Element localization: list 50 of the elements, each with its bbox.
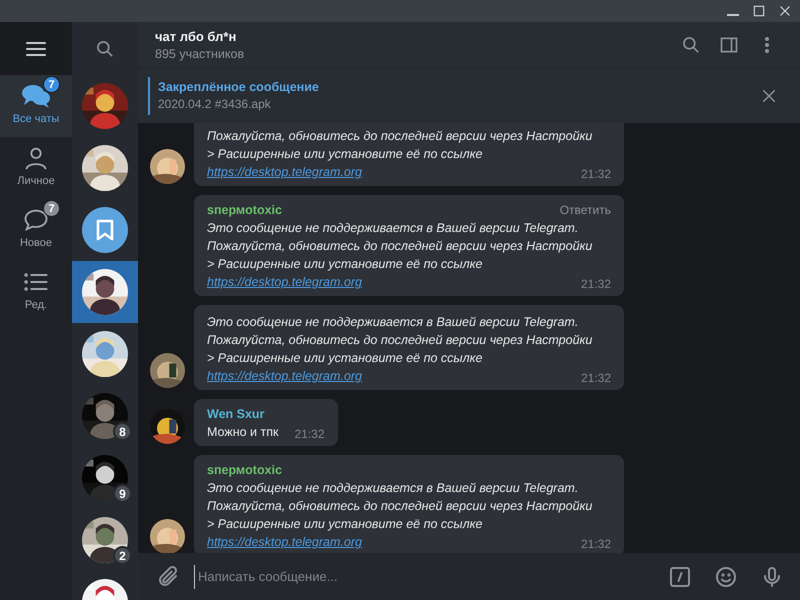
folder-tab[interactable]: 7 Новое [0, 199, 72, 261]
sidebar-icon [719, 34, 739, 54]
message-time: 21:32 [580, 371, 611, 385]
message-link[interactable]: https://desktop.telegram.org [207, 533, 362, 551]
sender-name[interactable]: sпермotoxic [207, 463, 282, 477]
chat-item[interactable]: 9 [72, 447, 138, 509]
menu-button[interactable] [0, 22, 72, 75]
message-input[interactable]: Написать сообщение... [194, 564, 654, 588]
unread-badge: 7 [43, 200, 60, 217]
sender-name[interactable]: Wen Sxur [207, 407, 264, 421]
paperclip-icon [156, 564, 180, 588]
message-text: Пожалуйста, обновитесь до последней версии через Настройки > Расширенные или установите её по ссылке [207, 128, 594, 163]
folder-tab[interactable]: Ред. [0, 261, 72, 323]
unread-badge: 7 [43, 76, 60, 93]
message-time: 21:32 [580, 277, 611, 291]
pinned-title[interactable]: Закреплённое сообщение [158, 80, 750, 94]
maximize-icon [752, 4, 766, 18]
message-text: Можно и тпк [207, 424, 278, 441]
chat-title: чат лбо бл*н [155, 28, 238, 44]
search-icon [95, 38, 115, 58]
minimize-icon [727, 14, 739, 16]
message-link[interactable]: https://desktop.telegram.org [207, 163, 362, 181]
message-link[interactable]: https://desktop.telegram.org [207, 273, 362, 291]
emoji-icon [714, 564, 738, 588]
unread-badge: 2 [113, 546, 132, 565]
message-time: 21:32 [580, 167, 611, 181]
unread-badge: 8 [113, 422, 132, 441]
bookmark-icon [95, 219, 115, 241]
folder-tab[interactable]: Личное [0, 137, 72, 199]
message-text: Это сообщение не поддерживается в Вашей версии Telegram. Пожалуйста, обновитесь до последней версии через Настройки > Расширенные или установите её по ссылке [207, 480, 594, 533]
chat-item[interactable]: 8 [72, 385, 138, 447]
sender-name[interactable]: sпермotoxic [207, 203, 282, 217]
commands-icon [668, 564, 692, 588]
close-icon [778, 4, 792, 18]
unread-badge: 9 [113, 484, 132, 503]
reply-button[interactable]: Ответить [560, 203, 611, 217]
chat-bubbles-icon [21, 82, 51, 110]
message-time: 21:32 [294, 427, 325, 441]
member-count: 895 участников [155, 46, 246, 60]
message-composer[interactable]: Написать сообщение... [138, 553, 800, 600]
folder-tab[interactable]: 7 Все чаты [0, 75, 72, 137]
message-text: Это сообщение не поддерживается в Вашей версии Telegram. Пожалуйста, обновитесь до последней версии через Настройки > Расширенные или установите её по ссылке [207, 314, 594, 367]
message-link[interactable]: https://desktop.telegram.org [207, 367, 362, 385]
more-icon [764, 36, 770, 54]
message-time: 21:32 [580, 537, 611, 551]
pinned-text: 2020.04.2 #3436.apk [158, 97, 272, 111]
chat-item[interactable]: 2 [72, 509, 138, 571]
message-text: Это сообщение не поддерживается в Вашей версии Telegram. Пожалуйста, обновитесь до последней версии через Настройки > Расширенные или установите её по ссылке [207, 220, 594, 273]
chat-item[interactable] [72, 261, 138, 323]
search-icon [681, 34, 701, 54]
